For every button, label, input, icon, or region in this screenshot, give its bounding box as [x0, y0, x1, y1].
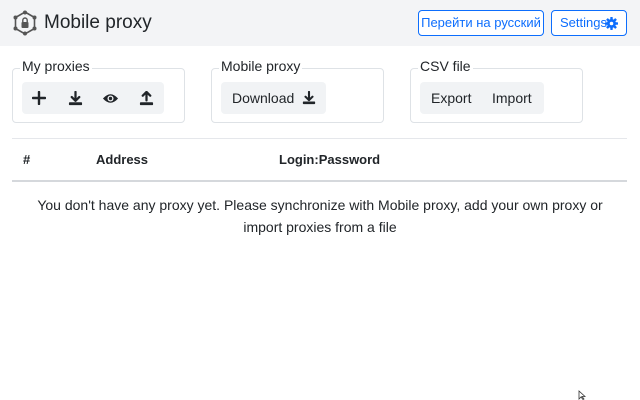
import-csv-button[interactable]: Import [492, 82, 532, 114]
download-icon [68, 90, 82, 105]
settings-label: Settings [560, 15, 607, 30]
mouse-cursor-icon [578, 390, 586, 400]
app-header: Mobile proxy Перейти на русский Settings [0, 0, 640, 46]
gear-icon [605, 17, 618, 30]
mobile-proxy-download-button[interactable]: Download [232, 82, 316, 114]
export-csv-button[interactable]: Export [431, 82, 471, 114]
upload-icon [139, 90, 153, 105]
column-header-address: Address [96, 152, 149, 167]
network-lock-icon [13, 10, 37, 36]
plus-icon [32, 91, 46, 105]
upload-proxies-button[interactable] [129, 82, 163, 114]
my-proxies-toolbar [22, 82, 164, 114]
view-proxies-button[interactable] [93, 82, 127, 114]
csv-file-title: CSV file [418, 58, 473, 74]
empty-state-message: You don't have any proxy yet. Please syn… [37, 197, 603, 235]
switch-language-button[interactable]: Перейти на русский [418, 10, 544, 36]
app-title: Mobile proxy [44, 12, 152, 33]
column-header-login-password: Login:Password [279, 152, 381, 167]
my-proxies-title: My proxies [20, 58, 92, 74]
download-proxies-button[interactable] [58, 82, 92, 114]
add-proxy-button[interactable] [22, 82, 56, 114]
table-header-rule [12, 180, 627, 182]
divider [12, 138, 627, 139]
column-header-number: # [23, 152, 31, 167]
mobile-proxy-toolbar: Download [221, 82, 326, 114]
mobile-proxy-title: Mobile proxy [219, 58, 303, 74]
settings-button[interactable]: Settings [551, 10, 627, 36]
csv-file-toolbar: Export Import [420, 82, 544, 114]
download-icon [303, 90, 316, 105]
download-label: Download [232, 90, 295, 106]
eye-icon [102, 93, 118, 103]
